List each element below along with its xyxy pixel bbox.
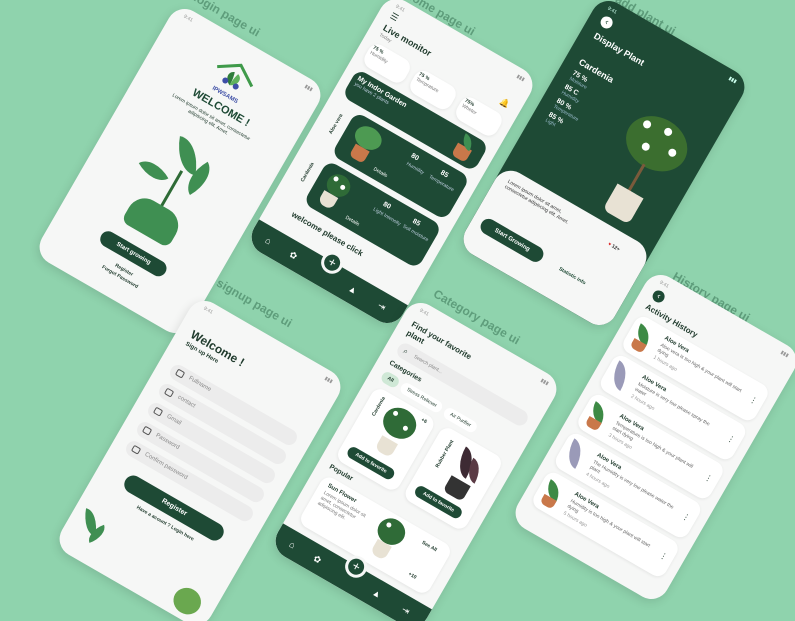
home-screen: 9:41 ▮▮▮ ☰ Live monitor Today 🔔 75 % Humi…: [245, 0, 539, 330]
plant-description: Lorem ipsum dolor sit amet, consectetur …: [503, 178, 570, 226]
menu-icon[interactable]: ☰: [388, 11, 400, 25]
plant-tab-aloe[interactable]: Aloe vera: [328, 113, 344, 135]
start-growing-button[interactable]: Start Growing: [477, 215, 547, 265]
login-screen: 9:41 ▮▮▮ IPWSAMS WELCOME ! Lorem ipsum do…: [33, 2, 327, 340]
more-icon[interactable]: ⋮: [725, 433, 736, 445]
notification-icon[interactable]: 🔔: [498, 97, 511, 110]
history-list: Aloe Vera Aloe vera is too high & your p…: [529, 313, 772, 580]
signup-screen: 9:41 ▮▮▮ Welcome ! Sign up Here Fullname …: [53, 294, 347, 621]
more-icon[interactable]: ⋮: [658, 550, 669, 562]
history-screen: 9:41 ▮▮▮ ‹ Activity History Aloe Vera Alo…: [509, 268, 795, 606]
display-plant-title: Display Plant: [592, 30, 647, 68]
plant-tab-cardenia[interactable]: Cardenia: [300, 162, 316, 184]
logout-icon[interactable]: ⇥: [375, 300, 388, 313]
plant-icon[interactable]: ✿: [311, 553, 324, 566]
more-icon[interactable]: ⋮: [703, 472, 714, 484]
add-plant-screen: 9:41 ▮▮▮ ‹ Display Plant Cardenia 75 % Mo…: [457, 0, 751, 332]
chip-all[interactable]: All: [379, 369, 402, 390]
logout-icon[interactable]: ⇥: [399, 604, 412, 617]
garden-icon[interactable]: ▲: [371, 587, 384, 600]
home-icon[interactable]: ⌂: [263, 235, 273, 246]
plant-icon[interactable]: ✿: [287, 249, 300, 262]
more-icon[interactable]: ⋮: [680, 511, 691, 523]
home-icon[interactable]: ⌂: [287, 539, 297, 550]
search-icon: ⌕: [401, 346, 410, 357]
details-link[interactable]: Details: [372, 166, 388, 179]
category-screen: 9:41 ▮▮▮ Find your favorite plant ⌕ Searc…: [269, 296, 563, 621]
statistic-info-button[interactable]: Statistic info: [558, 266, 587, 286]
details-link[interactable]: Details: [344, 215, 360, 228]
garden-icon[interactable]: ▲: [347, 283, 360, 296]
decor-round-leaf: [168, 582, 206, 620]
add-button[interactable]: +: [317, 247, 348, 278]
like-count[interactable]: ♥ 12+: [607, 241, 621, 253]
leaf: [138, 154, 169, 188]
hand: [120, 191, 185, 249]
see-all-link[interactable]: See All: [421, 540, 438, 553]
more-icon[interactable]: ⋮: [748, 394, 759, 406]
